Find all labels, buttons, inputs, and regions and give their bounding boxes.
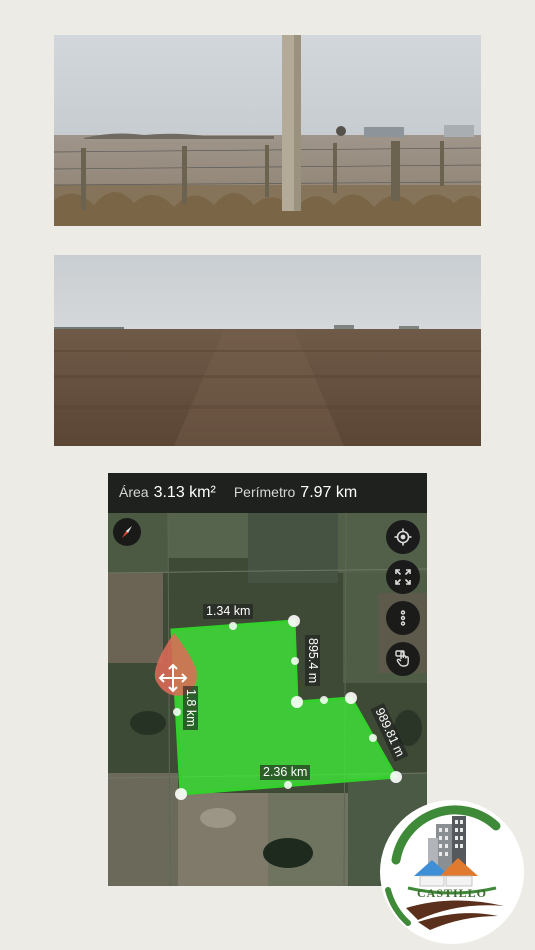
edge-label-right-upper: 895.4 m bbox=[305, 635, 320, 687]
midpoint-handle[interactable] bbox=[284, 781, 292, 789]
perimeter-label: Perímetro bbox=[233, 484, 296, 500]
more-vertical-icon bbox=[400, 610, 406, 626]
vertex-handle[interactable] bbox=[390, 771, 402, 783]
edge-label-bottom: 2.36 km bbox=[260, 765, 311, 780]
midpoint-handle[interactable] bbox=[173, 708, 181, 716]
fullscreen-button[interactable] bbox=[386, 560, 420, 594]
edge-label-top: 1.34 km bbox=[203, 604, 254, 619]
touch-icon bbox=[395, 650, 409, 667]
touch-mode-button[interactable] bbox=[386, 642, 420, 676]
crosshair-icon bbox=[394, 528, 412, 546]
area-label: Área bbox=[119, 484, 149, 500]
more-button[interactable] bbox=[386, 601, 420, 635]
measurement-bar: Área 3.13 km² Perímetro 7.97 km bbox=[108, 473, 427, 513]
vertex-handle[interactable] bbox=[291, 696, 303, 708]
field-fence-photo bbox=[54, 35, 481, 226]
midpoint-handle[interactable] bbox=[320, 696, 328, 704]
castillo-logo: CASTILLO bbox=[378, 798, 526, 946]
vertex-handle[interactable] bbox=[345, 692, 357, 704]
area-value: 3.13 km² bbox=[153, 484, 216, 501]
expand-icon bbox=[395, 569, 411, 585]
locate-button[interactable] bbox=[386, 520, 420, 554]
perimeter-value: 7.97 km bbox=[300, 484, 358, 501]
open-field-photo bbox=[54, 255, 481, 446]
compass-button[interactable] bbox=[113, 518, 141, 546]
vertex-handle[interactable] bbox=[175, 788, 187, 800]
edge-label-left: 1.8 km bbox=[183, 686, 198, 730]
svg-text:CASTILLO: CASTILLO bbox=[417, 886, 487, 900]
compass-icon bbox=[122, 526, 132, 538]
vertex-handle[interactable] bbox=[288, 615, 300, 627]
perimeter-stat: Perímetro 7.97 km bbox=[234, 484, 357, 502]
midpoint-handle[interactable] bbox=[291, 657, 299, 665]
area-stat: Área 3.13 km² bbox=[119, 484, 216, 502]
midpoint-handle[interactable] bbox=[229, 622, 237, 630]
midpoint-handle[interactable] bbox=[369, 734, 377, 742]
